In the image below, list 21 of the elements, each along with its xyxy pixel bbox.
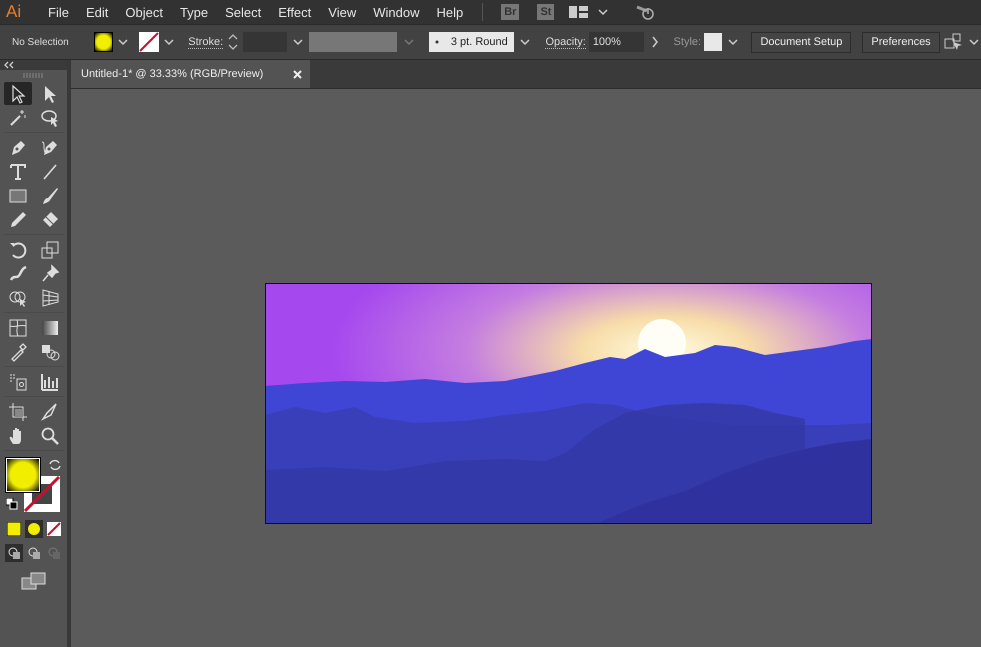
menu-item[interactable]: Edit [78, 4, 118, 20]
menu-item[interactable]: Object [117, 4, 172, 20]
style-label: Style: [674, 36, 702, 48]
menu-item[interactable]: Type [172, 4, 218, 20]
opacity-label[interactable]: Opacity: [545, 36, 586, 48]
toolbar-button[interactable]: Preferences [862, 32, 940, 52]
menu-item[interactable]: View [320, 4, 366, 20]
menu-item[interactable]: Select [217, 4, 270, 20]
toolbar-button[interactable]: Document Setup [751, 32, 852, 52]
menu-item[interactable]: Effect [270, 4, 320, 20]
app-logo: Ai [6, 2, 22, 22]
brush-dropdown[interactable]: 3 pt. Round [428, 32, 514, 52]
opacity-field[interactable]: 100% [588, 32, 644, 52]
stroke-label[interactable]: Stroke: [188, 36, 224, 48]
menu-item[interactable]: Window [365, 4, 428, 20]
selection-status: No Selection [12, 36, 70, 48]
document-title: Untitled-1* @ 33.33% (RGB/Preview) [81, 68, 264, 80]
menu-item[interactable]: Help [428, 4, 472, 20]
brush-name: 3 pt. Round [450, 36, 508, 48]
document-tab[interactable]: Untitled-1* @ 33.33% (RGB/Preview) [71, 60, 310, 88]
menu-item[interactable]: File [40, 4, 78, 20]
